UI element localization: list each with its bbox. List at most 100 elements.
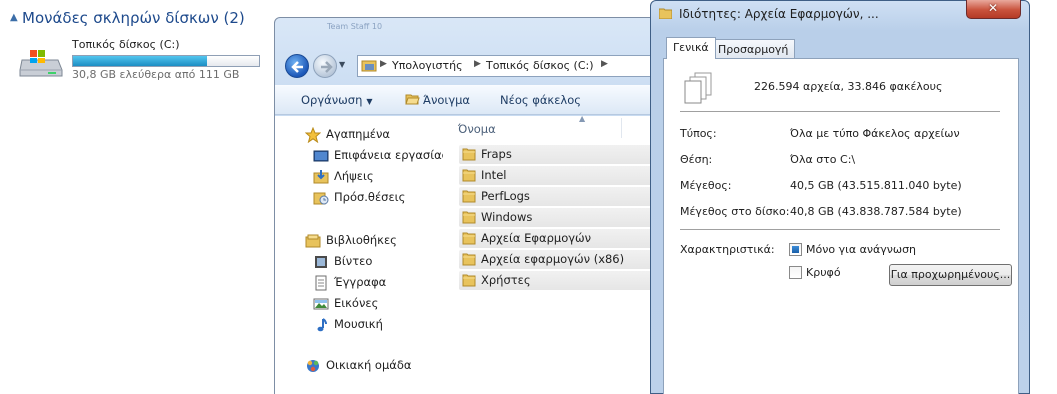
file-row[interactable]: Intel bbox=[459, 166, 659, 185]
homegroup-icon bbox=[307, 360, 319, 372]
file-name: Αρχεία Εφαρμογών bbox=[481, 231, 592, 245]
dialog-title: Ιδιότητες: Αρχεία Εφαρμογών, ... bbox=[679, 7, 879, 21]
file-list: ▲ Όνομα Fraps Intel PerfLogs Windows Αρχεία … bbox=[443, 114, 673, 394]
open-button[interactable]: Άνοιγμα bbox=[405, 93, 470, 107]
size-on-disk-label: Μέγεθος στο δίσκο: bbox=[680, 205, 790, 218]
close-button[interactable]: ✕ bbox=[966, 0, 1021, 19]
nav-label: Οικιακή ομάδα bbox=[326, 358, 412, 372]
back-button[interactable] bbox=[285, 54, 309, 78]
file-name: Intel bbox=[481, 168, 507, 182]
hidden-label[interactable]: Κρυφό bbox=[806, 266, 841, 279]
music-icon bbox=[317, 318, 327, 332]
advanced-button[interactable]: Για προχωρημένους... bbox=[889, 264, 1012, 286]
selection-summary: 226.594 αρχεία, 33.846 φακέλους bbox=[754, 80, 943, 93]
properties-dialog: Ιδιότητες: Αρχεία Εφαρμογών, ... ✕ Γενικ… bbox=[650, 0, 1030, 394]
navigation-pane: Αγαπημένα Επιφάνεια εργασίας Λήψεις Πρόσ… bbox=[275, 116, 448, 394]
folder-icon bbox=[462, 169, 476, 182]
section-title: Μονάδες σκληρών δίσκων (2) bbox=[22, 9, 245, 27]
libraries-icon bbox=[305, 234, 321, 248]
drive-free-space: 30,8 GB ελεύθερα από 111 GB bbox=[72, 68, 240, 81]
breadcrumb-separator-icon[interactable]: ▶ bbox=[474, 59, 481, 69]
drive-tile-c[interactable]: Τοπικός δίσκος (C:) 30,8 GB ελεύθερα από… bbox=[16, 36, 266, 84]
location-label: Θέση: bbox=[680, 153, 713, 166]
breadcrumb-separator-icon[interactable]: ▶ bbox=[601, 59, 608, 69]
tab-general[interactable]: Γενικά bbox=[666, 37, 716, 59]
nav-label: Μουσική bbox=[334, 317, 383, 331]
command-bar: Οργάνωση ▼ Άνοιγμα Νέος φάκελος bbox=[275, 85, 673, 115]
nav-label: Αγαπημένα bbox=[326, 127, 391, 141]
file-row[interactable]: Windows bbox=[459, 208, 659, 227]
file-name: Χρήστες bbox=[481, 273, 531, 287]
attributes-label: Χαρακτηριστικά: bbox=[680, 243, 775, 256]
divider bbox=[680, 229, 1000, 230]
nav-label: Πρόσ.θέσεις bbox=[334, 190, 406, 204]
window-caption: Team Staff 10 bbox=[327, 22, 383, 31]
recent-pages-dropdown-icon[interactable]: ▼ bbox=[339, 60, 345, 69]
pictures-icon bbox=[313, 298, 329, 310]
drive-usage-bar bbox=[72, 55, 260, 67]
close-icon: ✕ bbox=[988, 1, 999, 15]
desktop-icon bbox=[313, 150, 329, 162]
organize-label: Οργάνωση bbox=[301, 93, 363, 107]
nav-label: Βιβλιοθήκες bbox=[326, 233, 397, 247]
file-row[interactable]: Fraps bbox=[459, 145, 659, 164]
folder-icon bbox=[462, 253, 476, 266]
hard-drive-windows-icon bbox=[19, 50, 63, 77]
breadcrumb-computer[interactable]: Υπολογιστής bbox=[392, 59, 463, 72]
navigation-bar: ▼ ▶ Υπολογιστής ▶ Τοπικός δίσκος (C:) ▶ bbox=[275, 46, 673, 84]
file-row[interactable]: Αρχεία Εφαρμογών bbox=[459, 229, 659, 248]
recent-places-icon bbox=[313, 192, 329, 205]
location-value: Όλα στο C:\ bbox=[790, 153, 856, 166]
folder-icon bbox=[462, 190, 476, 203]
drive-name: Τοπικός δίσκος (C:) bbox=[72, 38, 180, 51]
explorer-window: Team Staff 10 ▼ ▶ Υπολογιστής ▶ Τοπικός … bbox=[274, 17, 674, 394]
computer-folder-icon bbox=[361, 60, 377, 72]
readonly-label[interactable]: Μόνο για ανάγνωση bbox=[806, 243, 916, 256]
hard-drives-section-header[interactable]: ▲ Μονάδες σκληρών δίσκων (2) bbox=[8, 9, 270, 31]
breadcrumb-separator-icon[interactable]: ▶ bbox=[380, 59, 387, 69]
documents-icon bbox=[315, 275, 327, 291]
sort-arrow-icon: ▲ bbox=[579, 114, 586, 123]
open-folder-icon bbox=[405, 94, 420, 105]
drive-usage-fill bbox=[73, 56, 207, 66]
star-icon bbox=[305, 127, 321, 143]
organize-button[interactable]: Οργάνωση ▼ bbox=[301, 93, 373, 107]
back-arrow-icon bbox=[291, 61, 303, 73]
hidden-checkbox[interactable] bbox=[789, 266, 802, 279]
nav-label: Βίντεο bbox=[334, 254, 373, 268]
column-header-name[interactable]: Όνομα bbox=[458, 122, 496, 136]
type-label: Τύπος: bbox=[680, 127, 717, 140]
open-label: Άνοιγμα bbox=[423, 93, 471, 107]
file-name: Windows bbox=[481, 210, 533, 224]
folder-icon bbox=[462, 148, 476, 161]
video-icon bbox=[315, 256, 327, 268]
nav-label: Έγγραφα bbox=[334, 275, 387, 289]
folder-icon bbox=[462, 274, 476, 287]
collapse-chevron-icon[interactable]: ▲ bbox=[10, 12, 18, 23]
tab-customize[interactable]: Προσαρμογή bbox=[711, 39, 796, 59]
file-row[interactable]: Αρχεία εφαρμογών (x86) bbox=[459, 250, 659, 269]
nav-label: Επιφάνεια εργασίας bbox=[334, 148, 449, 162]
forward-arrow-icon bbox=[321, 61, 333, 73]
file-row[interactable]: Χρήστες bbox=[459, 271, 659, 290]
general-tab-panel: 226.594 αρχεία, 33.846 φακέλους Τύπος: Ό… bbox=[663, 58, 1019, 394]
folder-icon bbox=[659, 8, 672, 19]
divider bbox=[680, 111, 1000, 112]
new-folder-button[interactable]: Νέος φάκελος bbox=[500, 93, 581, 107]
folder-icon bbox=[462, 232, 476, 245]
multiple-files-icon bbox=[684, 72, 712, 104]
file-row[interactable]: PerfLogs bbox=[459, 187, 659, 206]
file-name: PerfLogs bbox=[481, 189, 530, 203]
breadcrumb-local-disk[interactable]: Τοπικός δίσκος (C:) bbox=[486, 59, 594, 72]
folder-icon bbox=[462, 211, 476, 224]
file-name: Fraps bbox=[481, 147, 512, 161]
size-on-disk-value: 40,8 GB (43.838.787.584 byte) bbox=[790, 205, 962, 218]
column-divider bbox=[621, 118, 622, 138]
nav-label: Εικόνες bbox=[334, 296, 379, 310]
type-value: Όλα με τύπο Φάκελος αρχείων bbox=[790, 127, 960, 140]
dropdown-caret-icon: ▼ bbox=[366, 97, 373, 106]
address-bar[interactable]: ▶ Υπολογιστής ▶ Τοπικός δίσκος (C:) ▶ bbox=[357, 55, 673, 77]
readonly-checkbox[interactable] bbox=[789, 243, 802, 256]
forward-button[interactable] bbox=[313, 54, 337, 78]
downloads-icon bbox=[313, 170, 329, 184]
